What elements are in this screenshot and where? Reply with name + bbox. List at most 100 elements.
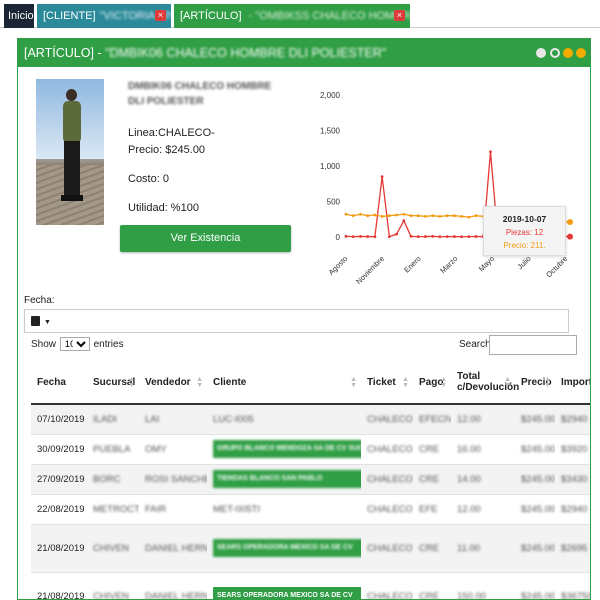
- data-point: [373, 213, 377, 217]
- cell-importe: $36750: [555, 571, 591, 600]
- cell-vendedor-text: OMY: [145, 443, 167, 455]
- tooltip-date: 2019-10-07: [502, 214, 547, 224]
- data-point: [489, 150, 492, 154]
- x-tick-label: Enero: [402, 254, 423, 275]
- cell-pago: CRE: [413, 433, 451, 464]
- expand-icon[interactable]: [550, 48, 560, 58]
- table-body: 07/10/2019 ILADI LAI LUC-I005 CHALECO EFECIVO…: [31, 403, 591, 600]
- tab-article[interactable]: [ARTÍCULO] - "OMBIKSS CHALECO HOMBRE DLI…: [174, 4, 410, 28]
- data-point: [452, 235, 456, 238]
- x-tick-label: Mayo: [477, 254, 496, 273]
- col-cliente[interactable]: Cliente ▲ ▼: [207, 361, 361, 405]
- cell-cliente-text[interactable]: SEARS OPERADORA MEXICO SA DE CV: [213, 587, 361, 599]
- cell-fecha-text: 22/08/2019: [37, 503, 85, 515]
- minimize-icon[interactable]: [563, 48, 573, 58]
- cell-total: 11.00: [451, 523, 515, 572]
- refresh-icon[interactable]: [536, 48, 546, 58]
- table-row[interactable]: 21/08/2019 CHIVEN DANIEL HERNANDEZ SEARS OP…: [31, 523, 590, 572]
- cell-sucursal: BORC: [87, 463, 139, 494]
- page-length-control: Show 100 entries: [31, 337, 124, 351]
- tooltip-pieces: Piezas: 12: [505, 228, 544, 237]
- tab-article-label: [ARTÍCULO]: [180, 10, 242, 22]
- cell-pago-text: EFECIVO: [419, 413, 451, 425]
- cell-vendedor-text: DANIEL HERNANDEZ: [145, 590, 207, 600]
- data-point: [467, 215, 471, 219]
- cell-cliente-text[interactable]: GRUPO BLANCO MENDOZA SA DE CV SUCURSAL P…: [213, 440, 361, 458]
- data-point: [567, 233, 573, 240]
- col-precio[interactable]: Precio ▲ ▼: [515, 361, 555, 405]
- table-row[interactable]: 27/09/2019 BORC ROSI SANCHEZ TIENDAS BLANCO…: [31, 463, 590, 494]
- table-row[interactable]: 30/09/2019 PUEBLA OMY GRUPO BLANCO MENDOZA …: [31, 433, 590, 464]
- cell-pago: CRE: [413, 571, 451, 599]
- table-row[interactable]: 21/08/2019 CHIVEN DANIEL HERNANDEZ SEARS OP…: [31, 571, 591, 600]
- data-point: [445, 235, 449, 239]
- table-row[interactable]: 07/10/2019 ILADI LAI LUC-I005 CHALECO EFECIVO…: [31, 403, 590, 434]
- search-input[interactable]: [489, 335, 577, 355]
- product-price: Precio: $245.00: [128, 144, 206, 156]
- cell-fecha-text: 21/08/2019: [37, 590, 85, 600]
- cell-total-text: 16.00: [457, 443, 481, 455]
- cell-ticket: CHALECO: [361, 523, 413, 572]
- caret-down-icon[interactable]: ▼: [44, 319, 51, 326]
- data-point: [445, 214, 449, 218]
- table-row[interactable]: 22/08/2019 METROCT FAIR MET-005TI CHALECO EFE…: [31, 493, 590, 524]
- cell-precio: $245.00: [515, 571, 555, 600]
- x-tick-label: Agosto: [327, 254, 350, 277]
- cell-vendedor: LAI: [139, 403, 207, 434]
- cell-ticket: CHALECO: [361, 571, 413, 599]
- col-sucursal[interactable]: Sucursal ▲ ▼: [87, 361, 139, 405]
- tooltip-price: Precio: 211.: [503, 241, 546, 250]
- data-point: [351, 214, 355, 218]
- cell-cliente-text: MET-005TI: [213, 503, 260, 515]
- cell-cliente: TIENDAS BLANCO SAN PABLO: [207, 463, 361, 494]
- x-tick-label: Octubre: [544, 254, 569, 279]
- cell-ticket-text: CHALECO: [367, 503, 413, 515]
- cell-cliente: SEARS OPERADORA MEXICO SA DE CV: [207, 523, 361, 572]
- cell-importe-text: $2940: [561, 503, 588, 515]
- data-point: [460, 215, 464, 218]
- cell-vendedor-text: ROSI SANCHEZ: [145, 473, 207, 485]
- col-vendedor[interactable]: Vendedor ▲ ▼: [139, 361, 207, 405]
- data-point: [366, 214, 370, 218]
- tab-article-close-icon[interactable]: ×: [394, 10, 405, 21]
- y-tick-label: 1,000: [320, 162, 341, 171]
- col-pago[interactable]: Pago ▲ ▼: [413, 361, 451, 405]
- calendar-icon[interactable]: [31, 316, 40, 326]
- cell-importe-text: $3430: [561, 473, 588, 485]
- tab-home[interactable]: Inicio: [4, 4, 34, 28]
- page-length-select[interactable]: 100: [59, 337, 90, 351]
- col-total[interactable]: Total c/Devolución ▲ ▼: [451, 361, 519, 405]
- sales-chart-svg: 0 500 1,000 1,500 2,000 Agosto Noviembre Enero M…: [320, 91, 573, 286]
- cell-ticket-text: CHALECO: [367, 413, 413, 425]
- cell-pago-text: EFE: [419, 503, 438, 515]
- cell-ticket: CHALECO: [361, 403, 413, 434]
- cell-precio-text: $245.00: [521, 443, 555, 455]
- cell-cliente-text[interactable]: SEARS OPERADORA MEXICO SA DE CV: [213, 539, 361, 557]
- cell-total: 12.00: [451, 493, 515, 524]
- cell-fecha: 21/08/2019: [31, 523, 87, 572]
- data-point: [387, 235, 391, 239]
- cell-vendedor: DANIEL HERNANDEZ: [139, 571, 207, 600]
- cell-cliente-text[interactable]: TIENDAS BLANCO SAN PABLO: [213, 470, 361, 488]
- col-ticket[interactable]: Ticket ▲ ▼: [361, 361, 413, 405]
- table-header-row: Fecha Sucursal ▲ ▼ Vendedor ▲ ▼ Cliente ▲ ▼ Ti…: [31, 361, 590, 405]
- cell-importe-text: $36750: [561, 590, 591, 600]
- view-stock-button[interactable]: Ver Existencia: [120, 225, 291, 252]
- date-filter-input[interactable]: ▼: [24, 309, 569, 333]
- cell-precio-text: $245.00: [521, 473, 555, 485]
- col-importe[interactable]: Import: [555, 361, 590, 405]
- cell-importe: $2940: [555, 493, 590, 524]
- tab-client[interactable]: [CLIENTE]"VICTORIA RIVA" ×: [37, 4, 171, 28]
- tab-client-close-icon[interactable]: ×: [155, 10, 166, 21]
- cell-sucursal-text: METROCT: [93, 503, 139, 515]
- cell-precio-text: $245.00: [521, 590, 555, 600]
- tab-article-name: - "OMBIKSS CHALECO HOMBRE DLI POLIESTER": [248, 10, 410, 22]
- data-point: [438, 215, 442, 218]
- tab-client-label: [CLIENTE]: [43, 10, 96, 22]
- y-tick-label: 2,000: [320, 91, 341, 100]
- x-tick-label: Julio: [515, 254, 532, 271]
- product-name: DMBIK06 CHALECO HOMBRE DLI POLIESTER: [128, 81, 272, 107]
- col-fecha[interactable]: Fecha: [31, 361, 87, 405]
- panel-header: [ARTÍCULO] - "DMBIK06 CHALECO HOMBRE DLI…: [18, 39, 590, 67]
- close-panel-icon[interactable]: [576, 48, 586, 58]
